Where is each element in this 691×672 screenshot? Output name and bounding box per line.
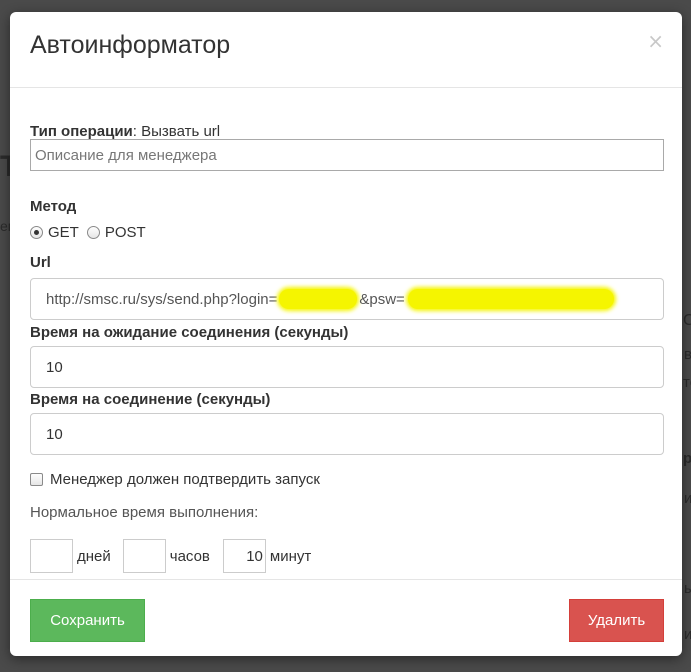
operation-type-value: Вызвать url bbox=[136, 123, 221, 140]
wait-timeout-value: 10 bbox=[46, 358, 63, 376]
url-value-middle: &psw= bbox=[359, 290, 405, 308]
background-text: и bbox=[684, 626, 691, 643]
redacted-highlight bbox=[279, 289, 358, 309]
wait-timeout-label: Время на ожидание соединения (секунды) bbox=[30, 324, 349, 341]
url-value-prefix: http://smsc.ru/sys/send.php?login= bbox=[46, 290, 278, 308]
method-label: Метод bbox=[30, 198, 77, 215]
delete-button[interactable]: Удалить bbox=[569, 599, 664, 642]
operation-type-label: Тип операции bbox=[30, 123, 133, 140]
operation-type-row: Тип операции: Вызвать url bbox=[30, 123, 220, 140]
modal-header: Автоинформатор × bbox=[10, 12, 682, 88]
method-get-radio[interactable] bbox=[30, 226, 43, 239]
description-placeholder: Описание для менеджера bbox=[35, 146, 217, 164]
modal-title: Автоинформатор bbox=[30, 31, 231, 59]
manager-confirm-label: Менеджер должен подтвердить запуск bbox=[50, 471, 320, 488]
wait-timeout-input[interactable]: 10 bbox=[30, 346, 664, 388]
days-label: дней bbox=[77, 547, 111, 565]
minutes-value: 10 bbox=[246, 547, 263, 565]
minutes-label: минут bbox=[269, 547, 312, 565]
background-text: и bbox=[684, 490, 691, 507]
method-get-label: GET bbox=[48, 224, 79, 241]
minutes-input[interactable]: 10 bbox=[222, 539, 266, 573]
autoinformer-modal: Автоинформатор × Тип операции: Вызвать u… bbox=[10, 12, 682, 656]
background-text: ы bbox=[684, 580, 691, 597]
hours-input[interactable] bbox=[122, 539, 166, 573]
url-label: Url bbox=[30, 254, 51, 271]
manager-confirm-checkbox[interactable] bbox=[30, 473, 43, 486]
close-icon[interactable]: × bbox=[647, 29, 664, 53]
connect-timeout-label: Время на соединение (секунды) bbox=[30, 391, 271, 408]
method-radio-group: GET POST bbox=[30, 224, 146, 241]
description-input[interactable]: Описание для менеджера bbox=[30, 139, 664, 171]
url-input[interactable]: http://smsc.ru/sys/send.php?login= &psw= bbox=[30, 278, 664, 320]
modal-body: Тип операции: Вызвать url Описание для м… bbox=[10, 89, 682, 579]
days-input[interactable] bbox=[30, 539, 73, 573]
redacted-highlight bbox=[407, 289, 614, 309]
method-post-radio[interactable] bbox=[86, 226, 100, 239]
background-text: то bbox=[683, 374, 691, 391]
hours-label: часов bbox=[169, 547, 210, 565]
modal-footer: Сохранить Удалить bbox=[10, 579, 682, 656]
normal-time-label: Нормальное время выполнения: bbox=[30, 504, 259, 521]
connect-timeout-input[interactable]: 10 bbox=[30, 413, 664, 455]
save-button[interactable]: Сохранить bbox=[30, 599, 145, 642]
normal-time-row: дней часов 10 минут bbox=[30, 539, 311, 573]
background-text: в bbox=[684, 346, 691, 363]
background-text: ро bbox=[683, 450, 691, 467]
connect-timeout-value: 10 bbox=[46, 425, 63, 443]
manager-confirm-row: Менеджер должен подтвердить запуск bbox=[30, 471, 320, 488]
background-text: С bbox=[683, 312, 691, 329]
method-post-label: POST bbox=[104, 224, 146, 241]
